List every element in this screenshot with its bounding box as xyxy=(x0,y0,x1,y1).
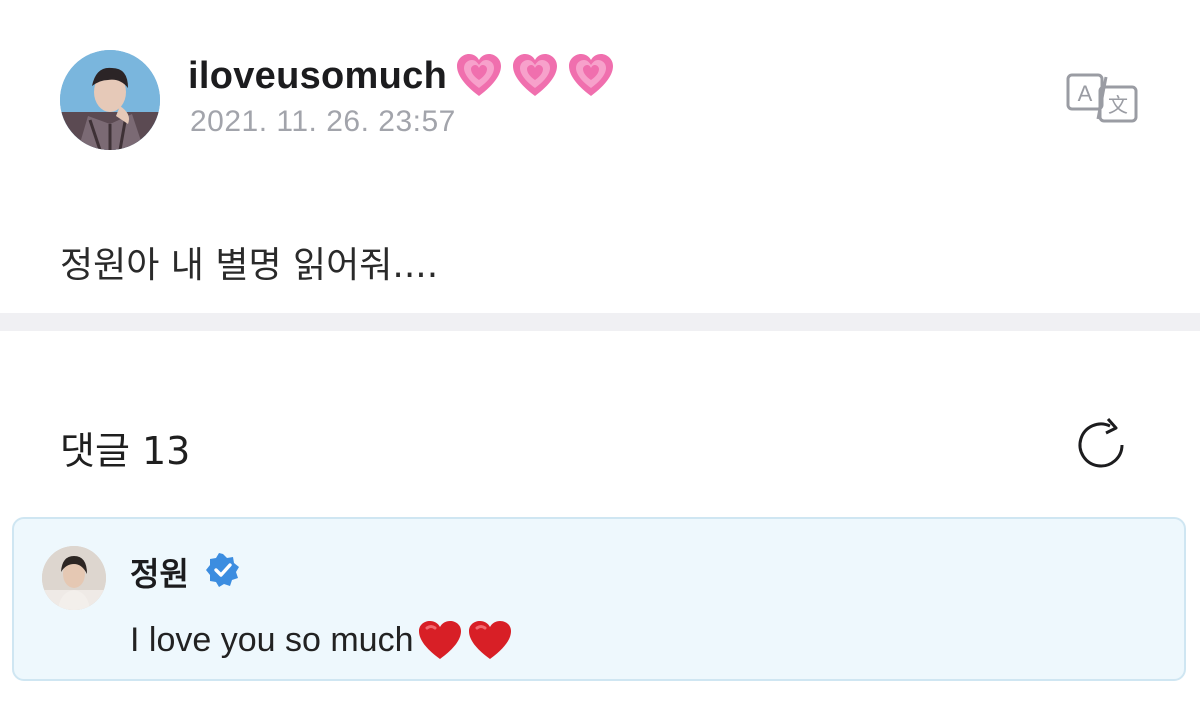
verified-badge-icon xyxy=(206,553,240,587)
svg-text:文: 文 xyxy=(1108,94,1128,117)
comment-text: I love you so much xyxy=(130,620,414,659)
post-timestamp: 2021. 11. 26. 23:57 xyxy=(190,105,456,138)
translate-icon: A 文 xyxy=(1066,73,1138,123)
commenter-name[interactable]: 정원 xyxy=(130,549,189,595)
growing-heart-icon xyxy=(511,52,559,100)
refresh-icon xyxy=(1078,418,1124,468)
comments-count-heading: 댓글 13 xyxy=(60,429,191,473)
translate-button[interactable]: A 文 xyxy=(1066,73,1138,123)
refresh-button[interactable] xyxy=(1072,416,1130,474)
post-body-text: 정원아 내 별명 읽어줘.... xyxy=(60,245,439,286)
section-divider xyxy=(0,313,1200,331)
growing-heart-icon xyxy=(567,52,615,100)
username-row: iloveusomuch xyxy=(188,50,615,102)
author-username[interactable]: iloveusomuch xyxy=(188,55,447,98)
comment-text-row: I love you so much xyxy=(130,619,513,661)
growing-heart-icon xyxy=(455,52,503,100)
commenter-avatar[interactable] xyxy=(42,546,106,610)
red-heart-icon xyxy=(467,619,513,661)
red-heart-icon xyxy=(417,619,463,661)
post-header: iloveusomuch 2021. 11. 26. 23:57 A 文 xyxy=(0,0,1200,180)
svg-text:A: A xyxy=(1078,81,1093,106)
author-avatar[interactable] xyxy=(60,50,160,150)
comment-card[interactable]: 정원 I love you so much xyxy=(12,517,1186,681)
